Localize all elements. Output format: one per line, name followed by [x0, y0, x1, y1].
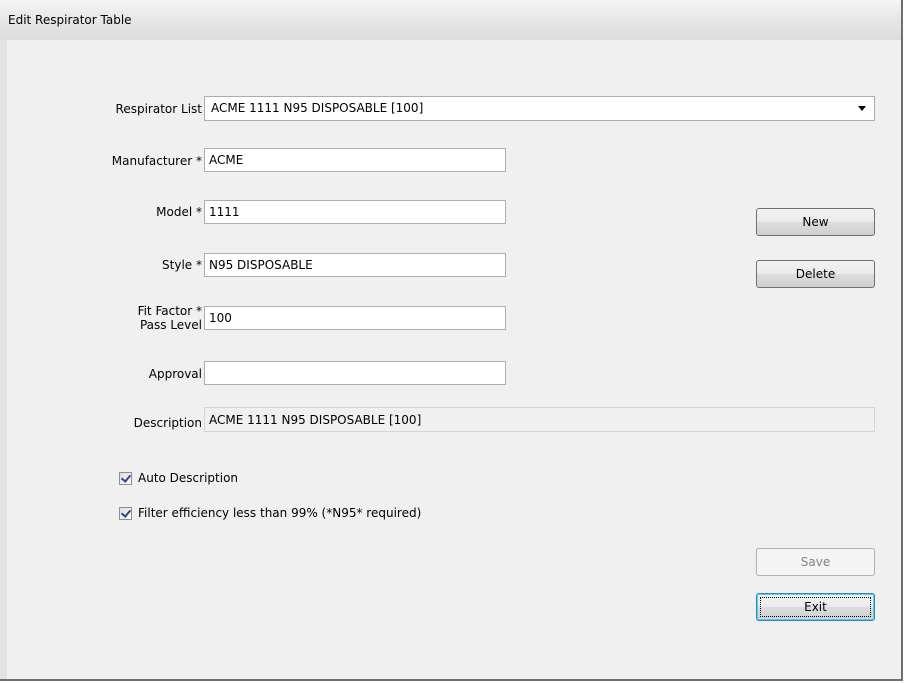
- title-bar[interactable]: Edit Respirator Table: [0, 0, 901, 40]
- filter-efficiency-label: Filter efficiency less than 99% (*N95* r…: [138, 506, 422, 520]
- style-field[interactable]: [204, 253, 506, 277]
- new-button[interactable]: New: [756, 208, 875, 236]
- model-field[interactable]: [204, 200, 506, 224]
- manufacturer-field[interactable]: [204, 148, 506, 172]
- approval-field[interactable]: [204, 361, 506, 385]
- model-label: Model *: [156, 205, 202, 219]
- auto-description-checkbox[interactable]: Auto Description: [119, 471, 238, 485]
- approval-label: Approval: [148, 367, 202, 381]
- description-label: Description: [133, 416, 202, 430]
- chevron-down-icon[interactable]: [858, 106, 866, 111]
- filter-efficiency-checkbox[interactable]: Filter efficiency less than 99% (*N95* r…: [119, 506, 421, 520]
- checkbox-checked-icon[interactable]: [119, 506, 132, 520]
- fit-factor-label-line1: Fit Factor *: [137, 304, 202, 318]
- respirator-list-value: ACME 1111 N95 DISPOSABLE [100]: [211, 101, 424, 115]
- description-field: [204, 407, 875, 432]
- exit-button[interactable]: Exit: [756, 593, 875, 621]
- style-label: Style *: [162, 258, 202, 272]
- respirator-list-dropdown[interactable]: ACME 1111 N95 DISPOSABLE [100]: [204, 96, 875, 121]
- save-button[interactable]: Save: [756, 548, 875, 576]
- auto-description-label: Auto Description: [138, 471, 239, 485]
- manufacturer-label: Manufacturer *: [111, 154, 202, 168]
- checkbox-checked-icon[interactable]: [119, 471, 132, 485]
- window-left-edge: [0, 40, 9, 679]
- respirator-list-label: Respirator List: [115, 102, 202, 116]
- fit-factor-label-line2: Pass Level: [139, 318, 202, 332]
- fit-factor-field[interactable]: [204, 306, 506, 330]
- fit-factor-label: Fit Factor * Pass Level: [138, 304, 202, 332]
- window-title: Edit Respirator Table: [8, 13, 132, 27]
- delete-button[interactable]: Delete: [756, 260, 875, 288]
- form-area: Respirator List ACME 1111 N95 DISPOSABLE…: [7, 40, 901, 679]
- edit-respirator-window: Edit Respirator Table Respirator List AC…: [0, 0, 903, 681]
- exit-button-label: Exit: [804, 600, 827, 614]
